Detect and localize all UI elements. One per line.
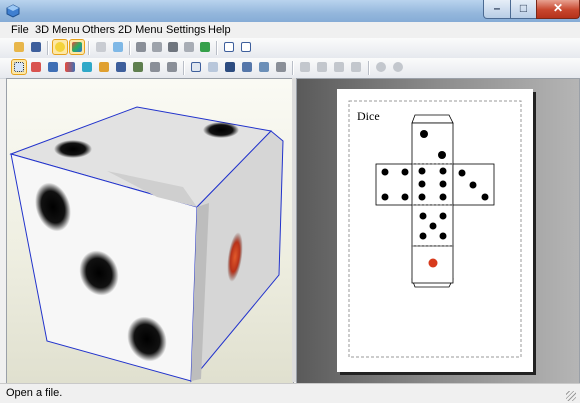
dice-3d-model xyxy=(9,106,284,383)
menu-2d-menu[interactable]: 2D Menu xyxy=(118,24,163,36)
cut-icon[interactable] xyxy=(131,60,145,74)
print-icon[interactable] xyxy=(274,60,288,74)
move-parts-icon[interactable] xyxy=(63,60,77,74)
align-right-icon[interactable] xyxy=(315,60,329,74)
flap-icon[interactable] xyxy=(182,40,196,54)
rotate-90-ccw-icon[interactable] xyxy=(374,60,388,74)
split-view-icon[interactable] xyxy=(239,40,253,54)
cylinder-icon[interactable] xyxy=(150,40,164,54)
align-left-icon[interactable] xyxy=(298,60,312,74)
undo-icon[interactable] xyxy=(148,60,162,74)
rotate-90-cw-icon[interactable] xyxy=(391,60,405,74)
open-folder-icon[interactable] xyxy=(12,40,26,54)
settings-page-icon[interactable] xyxy=(257,60,271,74)
3d-view-pane[interactable] xyxy=(6,78,294,384)
color-cube-icon[interactable] xyxy=(69,39,85,55)
main-toolbar xyxy=(0,38,580,59)
zoom-pages-icon[interactable] xyxy=(206,60,220,74)
unfold-icon[interactable] xyxy=(94,40,108,54)
close-button[interactable]: ✕ xyxy=(536,0,580,19)
menu-3d-menu[interactable]: 3D Menu xyxy=(35,24,80,36)
layout-icon[interactable] xyxy=(240,60,254,74)
2d-view-pane[interactable]: Dice xyxy=(296,78,580,384)
edit-toolbar xyxy=(0,58,580,79)
texture-icon[interactable] xyxy=(111,40,125,54)
single-view-icon[interactable] xyxy=(222,40,236,54)
project-title: Dice xyxy=(357,109,380,123)
menu-others[interactable]: Others xyxy=(82,24,115,36)
menu-bar: File 3D Menu Others 2D Menu Settings Hel… xyxy=(0,22,580,38)
rotate-part-icon[interactable] xyxy=(80,60,94,74)
join-icon[interactable] xyxy=(46,60,60,74)
save-icon[interactable] xyxy=(29,40,43,54)
resize-grip[interactable] xyxy=(566,391,576,401)
align-bottom-icon[interactable] xyxy=(349,60,363,74)
title-bar: – □ ✕ xyxy=(0,0,580,22)
minimize-button[interactable]: – xyxy=(483,0,511,19)
export-icon[interactable] xyxy=(198,40,212,54)
dice-net: Dice xyxy=(348,100,522,358)
fit-icon[interactable] xyxy=(189,60,203,74)
pdf-icon[interactable] xyxy=(223,60,237,74)
app-window: – □ ✕ File 3D Menu Others 2D Menu Settin… xyxy=(0,0,580,403)
app-icon xyxy=(6,4,20,18)
light-bulb-icon[interactable] xyxy=(52,39,68,55)
pencil-icon[interactable] xyxy=(134,40,148,54)
menu-settings[interactable]: Settings xyxy=(166,24,206,36)
page-icon[interactable] xyxy=(114,60,128,74)
status-text: Open a file. xyxy=(6,387,63,399)
menu-help[interactable]: Help xyxy=(208,24,231,36)
anchor-icon[interactable] xyxy=(166,40,180,54)
redo-icon[interactable] xyxy=(165,60,179,74)
status-bar: Open a file. xyxy=(0,383,580,403)
maximize-button[interactable]: □ xyxy=(510,0,537,19)
align-top-icon[interactable] xyxy=(332,60,346,74)
menu-file[interactable]: File xyxy=(11,24,29,36)
flip-part-icon[interactable] xyxy=(97,60,111,74)
edge-icon[interactable] xyxy=(29,60,43,74)
paper-page: Dice xyxy=(337,89,533,372)
select-icon[interactable] xyxy=(11,59,27,75)
